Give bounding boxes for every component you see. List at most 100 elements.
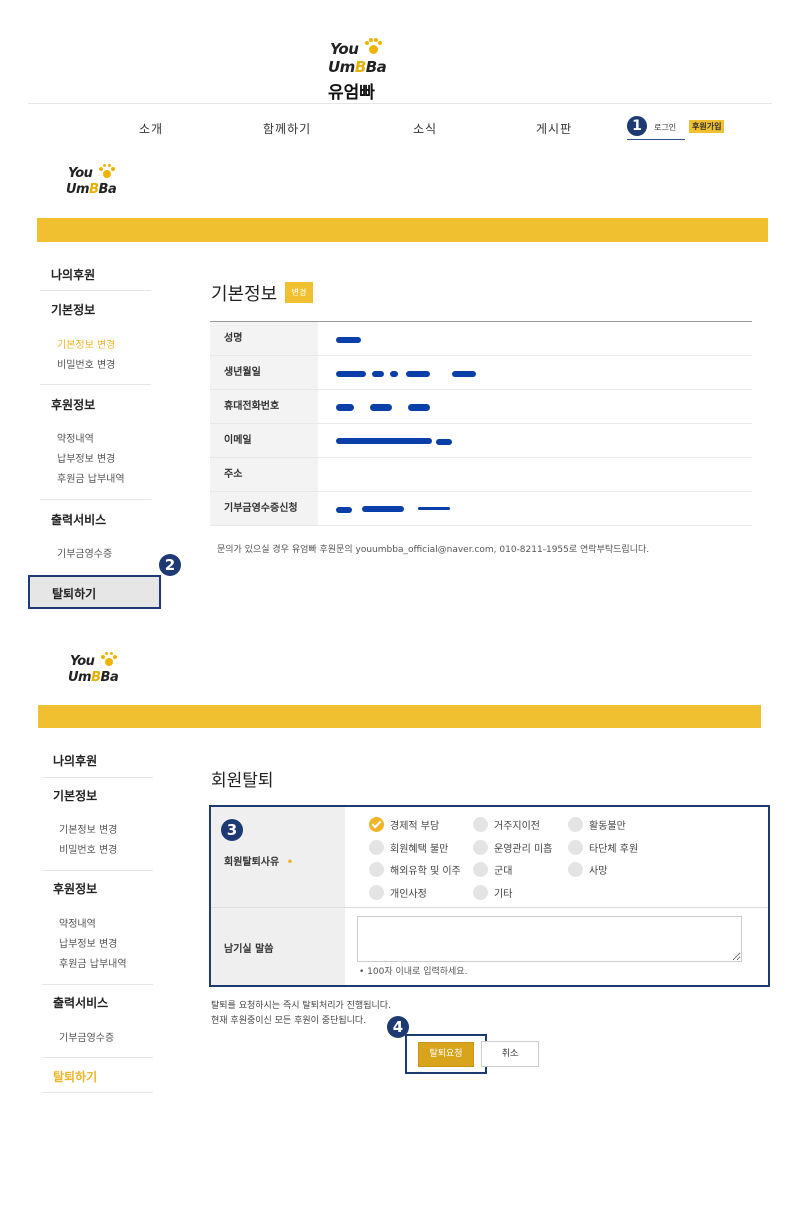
nav-item-news[interactable]: 소식 [413, 120, 437, 137]
reason-option-label: 거주지이전 [494, 821, 540, 832]
comment-label-cell: 남기실 말씀 [211, 908, 345, 985]
sidebar-item-basic-change[interactable]: 기본정보 변경 [59, 821, 117, 836]
sidebar-item-pledge-history[interactable]: 약정내역 [57, 430, 94, 445]
reason-option-relocation[interactable]: 거주지이전 [473, 817, 540, 832]
masked-value [336, 438, 432, 444]
info-label: 기부금영수증신청 [210, 492, 318, 525]
withdraw-label: 탈퇴하기 [52, 587, 97, 601]
comment-textarea[interactable] [357, 916, 742, 962]
masked-value [336, 337, 361, 343]
paw-icon [99, 164, 115, 180]
sidebar-item-sponsor-info[interactable]: 후원정보 [53, 880, 97, 897]
masked-value [390, 371, 398, 377]
reason-option-benefits[interactable]: 회원혜택 불만 [369, 840, 448, 855]
sidebar-divider [42, 777, 153, 778]
comment-label: 남기실 말씀 [224, 944, 274, 955]
section2-banner [38, 705, 761, 728]
sidebar-item-sponsor-info[interactable]: 후원정보 [51, 396, 95, 413]
contact-notice: 문의가 있으실 경우 유엄빠 후원문의 youumbba_official@na… [217, 545, 650, 555]
section2-logo[interactable]: You UmBBa [68, 652, 128, 688]
nav-item-intro[interactable]: 소개 [139, 120, 163, 137]
reason-option-military[interactable]: 군대 [473, 862, 512, 877]
sidebar-item-withdraw[interactable]: 탈퇴하기 [53, 1068, 97, 1085]
sidebar-item-withdraw[interactable]: 탈퇴하기 [28, 575, 161, 609]
withdraw-submit-button[interactable]: 탈퇴요청 [418, 1042, 474, 1067]
radio-icon [473, 862, 488, 877]
radio-icon [568, 862, 583, 877]
reason-option-label: 활동불만 [589, 821, 626, 832]
change-button[interactable]: 변경 [285, 282, 313, 303]
masked-value [408, 404, 430, 411]
withdraw-notice-1: 탈퇴를 요청하시는 즉시 탈퇴처리가 진행됩니다. [211, 1001, 391, 1011]
annotation-badge-2: 2 [159, 554, 181, 576]
sidebar-item-receipt[interactable]: 기부금영수증 [57, 545, 112, 560]
reason-option-activity[interactable]: 활동불만 [568, 817, 626, 832]
withdraw-form: 3 회원탈퇴사유 • 경제적 부담 거주지이전 활동불만 회원혜택 불만 운영관… [209, 805, 770, 987]
sidebar-item-payment-history[interactable]: 후원금 납부내역 [59, 955, 127, 970]
sidebar-item-payment-change[interactable]: 납부정보 변경 [57, 450, 115, 465]
sidebar-item-print-service[interactable]: 출력서비스 [51, 511, 106, 528]
paw-icon [364, 38, 382, 56]
section1-banner [37, 218, 768, 242]
info-label: 주소 [210, 458, 318, 491]
sidebar-item-pledge-history[interactable]: 약정내역 [59, 915, 96, 930]
top-logo[interactable]: You UmBBa 유엄빠 [326, 38, 396, 103]
sidebar-item-my-sponsor[interactable]: 나의후원 [51, 266, 95, 283]
sidebar-item-payment-change[interactable]: 납부정보 변경 [59, 935, 117, 950]
sidebar-divider [42, 1092, 153, 1093]
reason-option-abroad[interactable]: 해외유학 및 이주 [369, 862, 461, 877]
sidebar-divider [42, 1057, 153, 1058]
info-label: 이메일 [210, 424, 318, 457]
info-label: 성명 [210, 322, 318, 355]
logo-text-you: You [68, 166, 93, 181]
masked-value [452, 371, 476, 377]
radio-icon [369, 885, 384, 900]
reason-option-label: 군대 [494, 866, 513, 877]
reason-option-death[interactable]: 사망 [568, 862, 607, 877]
masked-value [406, 371, 430, 377]
sidebar-item-basic-info[interactable]: 기본정보 [53, 787, 97, 804]
sidebar-item-basic-change[interactable]: 기본정보 변경 [57, 336, 115, 351]
nav-item-together[interactable]: 함께하기 [263, 120, 311, 137]
sidebar-divider [40, 290, 151, 291]
login-link[interactable]: 로그인 [654, 122, 676, 133]
info-row-birth: 생년월일 [210, 356, 752, 390]
sidebar-divider [42, 870, 153, 871]
sidebar-item-my-sponsor[interactable]: 나의후원 [53, 752, 97, 769]
cancel-button[interactable]: 취소 [481, 1041, 539, 1067]
masked-value [362, 506, 404, 512]
reason-option-other-org[interactable]: 타단체 후원 [568, 840, 638, 855]
radio-checked-icon [369, 817, 384, 832]
sidebar-divider [40, 384, 151, 385]
section1-logo[interactable]: You UmBBa [66, 164, 126, 200]
sidebar-item-print-service[interactable]: 출력서비스 [53, 994, 108, 1011]
sidebar-item-password-change[interactable]: 비밀번호 변경 [57, 356, 115, 371]
join-button[interactable]: 후원가입 [689, 120, 725, 133]
sidebar-item-password-change[interactable]: 비밀번호 변경 [59, 841, 117, 856]
reason-option-management[interactable]: 운영관리 미흡 [473, 840, 552, 855]
logo-text-umba: UmBBa [68, 670, 119, 685]
sidebar-item-payment-history[interactable]: 후원금 납부내역 [57, 470, 125, 485]
reason-option-label: 운영관리 미흡 [494, 844, 553, 855]
paw-icon [101, 652, 117, 668]
reason-option-etc[interactable]: 기타 [473, 885, 512, 900]
masked-value [336, 371, 366, 377]
annotation-badge-3: 3 [221, 819, 243, 841]
sidebar-item-receipt[interactable]: 기부금영수증 [59, 1029, 114, 1044]
reason-option-label: 경제적 부담 [390, 821, 440, 832]
reason-option-label: 회원혜택 불만 [390, 844, 449, 855]
info-row-email: 이메일 [210, 424, 752, 458]
reason-option-label: 기타 [494, 889, 513, 900]
annotation-badge-1: 1 [627, 116, 647, 136]
masked-value [372, 371, 384, 377]
radio-icon [369, 840, 384, 855]
sidebar-item-basic-info[interactable]: 기본정보 [51, 301, 95, 318]
radio-icon [473, 840, 488, 855]
required-mark: • [286, 857, 294, 868]
reason-option-economic[interactable]: 경제적 부담 [369, 817, 439, 832]
page-title: 기본정보 [211, 284, 278, 305]
reason-option-personal[interactable]: 개인사정 [369, 885, 427, 900]
reason-options: 경제적 부담 거주지이전 활동불만 회원혜택 불만 운영관리 미흡 타단체 후원… [345, 807, 768, 907]
nav-item-board[interactable]: 게시판 [536, 120, 572, 137]
comment-hint: • 100자 이내로 입력하세요. [359, 967, 468, 977]
